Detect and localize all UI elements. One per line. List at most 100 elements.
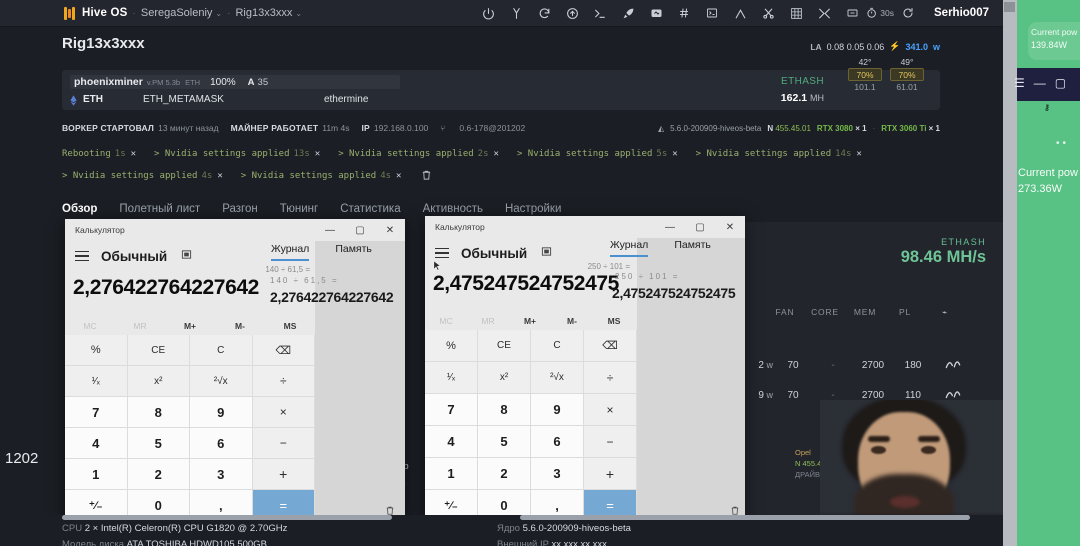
hive-os-logo[interactable]: Hive OS xyxy=(62,5,128,21)
scissors-icon[interactable] xyxy=(754,0,782,27)
tag-item[interactable]: Rebooting1s✕ xyxy=(62,149,136,159)
key-ce[interactable]: CE xyxy=(128,335,191,366)
close-icon[interactable]: ✕ xyxy=(131,149,136,159)
key-backspace[interactable]: ⌫ xyxy=(253,335,316,366)
key-9[interactable]: 9 xyxy=(531,394,584,426)
terminal-icon[interactable] xyxy=(698,0,726,27)
tag-item[interactable]: > Nvidia settings applied2s✕ xyxy=(338,149,499,159)
key-percent[interactable]: % xyxy=(65,335,128,366)
scrollbar-left[interactable] xyxy=(62,515,392,520)
key-square[interactable]: x² xyxy=(128,366,191,397)
calc2-tab-journal[interactable]: Журнал xyxy=(610,239,648,257)
tag-item[interactable]: > Nvidia settings applied5s✕ xyxy=(517,149,678,159)
keep-on-top-icon[interactable] xyxy=(181,249,192,263)
hamburger-menu-icon[interactable] xyxy=(75,251,89,262)
screenshot-icon[interactable] xyxy=(642,0,670,27)
tag-item[interactable]: > Nvidia settings applied4s✕ xyxy=(241,171,402,181)
key-8[interactable]: 8 xyxy=(128,397,191,428)
miner-card[interactable]: phoenixminer v.PM 5.3b ETH 100% A 35 ETH… xyxy=(62,70,940,110)
key-square[interactable]: x² xyxy=(478,362,531,394)
keep-on-top-icon[interactable] xyxy=(541,246,552,260)
close-button[interactable]: ✕ xyxy=(375,219,405,241)
memory-recall-button[interactable]: MR xyxy=(467,316,509,326)
tag-item[interactable]: > Nvidia settings applied4s✕ xyxy=(62,171,223,181)
key-add[interactable]: + xyxy=(253,459,316,490)
key-8[interactable]: 8 xyxy=(478,394,531,426)
grid-icon[interactable] xyxy=(782,0,810,27)
memory-recall-button[interactable]: MR xyxy=(115,321,165,331)
close-icon[interactable]: ✕ xyxy=(672,149,677,159)
close-button[interactable]: ✕ xyxy=(715,216,745,238)
memory-subtract-button[interactable]: M- xyxy=(551,316,593,326)
obs-minimize-icon[interactable]: — xyxy=(1034,76,1046,90)
key-1[interactable]: 1 xyxy=(65,459,128,490)
breadcrumb-worker[interactable]: Rig13x3xxx xyxy=(235,7,292,19)
memory-store-button[interactable]: MS xyxy=(593,316,635,326)
key-4[interactable]: 4 xyxy=(425,426,478,458)
key-7[interactable]: 7 xyxy=(65,397,128,428)
key-multiply[interactable]: × xyxy=(253,397,316,428)
obs-menu-icon[interactable]: ☰ xyxy=(1014,76,1025,90)
page-scrollbar-thumb[interactable] xyxy=(1004,2,1015,12)
memory-subtract-button[interactable]: M- xyxy=(215,321,265,331)
pickaxe-icon[interactable] xyxy=(726,0,754,27)
minimize-button[interactable]: — xyxy=(655,216,685,238)
key-3[interactable]: 3 xyxy=(531,458,584,490)
key-sqrt[interactable]: ²√x xyxy=(190,366,253,397)
obs-maximize-icon[interactable]: ▢ xyxy=(1055,76,1066,90)
key-divide[interactable]: ÷ xyxy=(584,362,637,394)
memory-store-button[interactable]: MS xyxy=(265,321,315,331)
key-sqrt[interactable]: ²√x xyxy=(531,362,584,394)
key-9[interactable]: 9 xyxy=(190,397,253,428)
hash-icon[interactable] xyxy=(670,0,698,27)
clear-all-trash-icon[interactable] xyxy=(421,169,432,184)
maximize-button[interactable]: ▢ xyxy=(345,219,375,241)
key-add[interactable]: + xyxy=(584,458,637,490)
close-icon[interactable]: ✕ xyxy=(315,149,320,159)
calculator-window-2[interactable]: Калькулятор — ▢ ✕ Обычный Журнал Память … xyxy=(425,216,745,522)
key-5[interactable]: 5 xyxy=(478,426,531,458)
upgrade-icon[interactable] xyxy=(558,0,586,27)
tag-item[interactable]: > Nvidia settings applied14s✕ xyxy=(696,149,862,159)
close-icon[interactable]: ✕ xyxy=(217,171,222,181)
key-ce[interactable]: CE xyxy=(478,330,531,362)
calc2-titlebar[interactable]: Калькулятор — ▢ ✕ xyxy=(425,216,745,238)
tools-icon[interactable] xyxy=(810,0,838,27)
memory-clear-button[interactable]: MC xyxy=(425,316,467,326)
key-4[interactable]: 4 xyxy=(65,428,128,459)
key-6[interactable]: 6 xyxy=(190,428,253,459)
key-percent[interactable]: % xyxy=(425,330,478,362)
key-6[interactable]: 6 xyxy=(531,426,584,458)
refresh-timer[interactable]: 30s xyxy=(866,0,894,27)
key-2[interactable]: 2 xyxy=(128,459,191,490)
hamburger-menu-icon[interactable] xyxy=(435,248,449,259)
calc2-tab-memory[interactable]: Память xyxy=(674,239,711,257)
key-1[interactable]: 1 xyxy=(425,458,478,490)
key-3[interactable]: 3 xyxy=(190,459,253,490)
power-icon[interactable] xyxy=(474,0,502,27)
calculator-window-1[interactable]: Калькулятор — ▢ ✕ Обычный Журнал Память … xyxy=(65,219,405,522)
memory-add-button[interactable]: M+ xyxy=(165,321,215,331)
memory-clear-button[interactable]: MC xyxy=(65,321,115,331)
tag-item[interactable]: > Nvidia settings applied13s✕ xyxy=(154,149,320,159)
key-2[interactable]: 2 xyxy=(478,458,531,490)
key-subtract[interactable]: − xyxy=(253,428,316,459)
table-row[interactable]: 2 w 70 - 2700 180 xyxy=(745,350,1003,380)
close-icon[interactable]: ✕ xyxy=(396,171,401,181)
calc1-tab-memory[interactable]: Память xyxy=(335,243,372,261)
key-multiply[interactable]: × xyxy=(584,394,637,426)
breadcrumb-farm[interactable]: SeregaSoleniy xyxy=(141,7,213,19)
maximize-button[interactable]: ▢ xyxy=(685,216,715,238)
key-backspace[interactable]: ⌫ xyxy=(584,330,637,362)
key-c[interactable]: C xyxy=(190,335,253,366)
key-reciprocal[interactable]: ¹⁄ₓ xyxy=(425,362,478,394)
rocket-icon[interactable] xyxy=(614,0,642,27)
key-5[interactable]: 5 xyxy=(128,428,191,459)
chevron-down-icon-worker[interactable]: ⌄ xyxy=(295,9,302,18)
close-icon[interactable]: ✕ xyxy=(494,149,499,159)
key-7[interactable]: 7 xyxy=(425,394,478,426)
key-subtract[interactable]: − xyxy=(584,426,637,458)
chevron-down-icon-farm[interactable]: ⌄ xyxy=(215,9,222,18)
refresh-icon[interactable] xyxy=(894,0,922,27)
wrench-icon[interactable] xyxy=(502,0,530,27)
